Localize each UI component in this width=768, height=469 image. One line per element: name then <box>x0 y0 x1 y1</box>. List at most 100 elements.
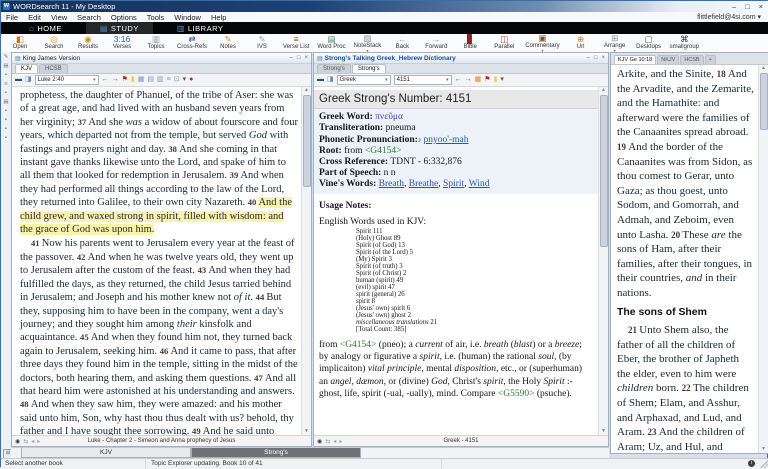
verse-reference-select[interactable]: Luke 2:40 ▾ <box>34 75 99 85</box>
pane-control-button[interactable]: – <box>290 55 293 61</box>
scroll-down-arrow[interactable]: ▼ <box>599 428 608 435</box>
scroll-thumb[interactable] <box>600 95 608 247</box>
bible-version-tab[interactable]: + <box>704 55 716 64</box>
bible-version-tab[interactable]: KJV Ge 10:18 <box>614 55 657 64</box>
toolbar-button[interactable]: → Forward <box>419 34 453 52</box>
toolbar-button[interactable]: ▧ NoteStack ▾ <box>350 34 386 53</box>
toolbar-button[interactable]: ≡ Verse List <box>279 34 313 52</box>
dock-strip-icon[interactable]: ▪ <box>5 72 7 78</box>
window-control-button[interactable]: × <box>759 2 763 11</box>
status-tool-icon[interactable]: ▸ <box>339 438 342 445</box>
pane-tool-icon[interactable]: ▮ <box>494 76 498 84</box>
menu-item[interactable]: Help <box>206 13 231 22</box>
ribbon-tab[interactable]: ▥ LIBRARY <box>163 22 238 34</box>
pane-tool-icon[interactable]: → <box>112 76 119 84</box>
scroll-up-arrow[interactable]: ▲ <box>302 87 311 94</box>
menu-item[interactable]: Options <box>106 13 142 22</box>
pane-tool-icon[interactable]: ▦ <box>138 76 145 84</box>
toolbar-button[interactable]: ▢ Desktops <box>632 34 666 52</box>
strongs-pane-title-bar[interactable]: ▤ Strong's Talking Greek_Hebrew Dictiona… <box>314 53 608 64</box>
pane-tool-icon[interactable]: ● <box>189 76 193 84</box>
menu-item[interactable]: View <box>46 13 72 22</box>
status-tool-icon[interactable]: ◉ <box>15 438 20 445</box>
scroll-down-arrow[interactable]: ▼ <box>759 446 768 453</box>
kjv-text-area[interactable]: prophetess, the daughter of Phanuel, of … <box>12 87 311 435</box>
status-tool-icon[interactable]: ⇆ <box>23 438 28 445</box>
scroll-up-arrow[interactable]: ▲ <box>599 87 608 94</box>
status-tool-icon[interactable]: ▸ <box>37 438 40 445</box>
dictionary-tab[interactable]: Strong's <box>351 64 386 73</box>
dock-strip-icon[interactable]: ▪ <box>5 108 7 114</box>
pane-tool-icon[interactable]: ← <box>455 76 462 84</box>
strongs-content-area[interactable]: Greek Strong's Number: 4151 Greek Word: … <box>314 87 608 435</box>
pane-tool-icon[interactable]: → <box>465 76 472 84</box>
pane-tool-icon[interactable]: ⊡ <box>174 76 180 84</box>
toolbar-button[interactable]: ⌘ smallgroup <box>666 34 703 52</box>
toolbar-button[interactable]: ▥ Topics <box>139 34 173 52</box>
bible-version-tab[interactable]: NKJV <box>657 55 680 64</box>
pane-tool-icon[interactable]: ◨ <box>327 76 334 84</box>
toolbar-button[interactable]: ⇄ Cross-Refs <box>173 34 211 52</box>
bible-version-tab[interactable]: HCSB <box>680 55 704 64</box>
toolbar-button[interactable]: ✎ IVS <box>245 34 279 52</box>
genesis-scrollbar[interactable]: ▲ ▼ <box>758 65 768 453</box>
strongs-ref-link[interactable]: <G5590> <box>498 389 535 399</box>
ribbon-tab[interactable]: ⌂ HOME <box>15 22 76 34</box>
menu-item[interactable]: Search <box>72 13 106 22</box>
pane-tool-icon[interactable]: ▤ <box>147 76 154 84</box>
pane-tool-icon[interactable]: ▦ <box>475 76 482 84</box>
strongs-ref-link[interactable]: <G4154> <box>340 340 377 350</box>
scroll-up-arrow[interactable]: ▲ <box>759 65 768 72</box>
scroll-thumb[interactable] <box>760 73 768 130</box>
toolbar-button[interactable]: ▊ Bible <box>453 34 487 52</box>
dock-strip-icon[interactable]: ≡ <box>4 81 7 87</box>
pane-tool-icon[interactable]: ⚑ <box>122 76 128 84</box>
toolbar-button[interactable]: ◫ Parallel <box>487 34 521 52</box>
pane-tool-icon[interactable]: ⚑ <box>484 76 490 84</box>
strongs-number-input[interactable]: 4151 ▾ <box>393 75 452 85</box>
pane-tool-icon[interactable]: ▬ <box>15 76 22 84</box>
status-tool-icon[interactable]: ◂ <box>31 438 34 445</box>
toolbar-button[interactable]: ◎ Search <box>37 34 71 52</box>
pane-control-button[interactable]: × <box>601 55 605 61</box>
text-link[interactable]: Wind <box>469 179 490 189</box>
toolbar-button[interactable]: ▣ Commentary ▾ <box>521 34 563 53</box>
toolbar-button[interactable]: ▤ Word Proc <box>313 34 349 52</box>
pane-tool-icon[interactable]: ▥ <box>157 76 164 84</box>
pane-control-button[interactable]: □ <box>297 55 301 61</box>
bible-version-tab[interactable]: KJV <box>15 64 39 73</box>
pane-tool-icon[interactable]: ← <box>102 76 109 84</box>
window-control-button[interactable]: □ <box>745 2 750 11</box>
pane-tool-icon[interactable]: ◨ <box>25 76 32 84</box>
dock-strip-icon[interactable]: ▤ <box>3 63 8 69</box>
dock-strip-icon[interactable]: ▪ <box>5 90 7 96</box>
dock-strip-icon[interactable]: ▪ <box>5 126 7 132</box>
strongs-ref-link[interactable]: <G4154> <box>365 146 402 156</box>
kjv-scrollbar[interactable]: ▲ ▼ <box>301 87 311 435</box>
status-tool-icon[interactable]: ◉ <box>317 438 322 445</box>
menu-item[interactable]: Window <box>169 13 206 22</box>
toolbar-button[interactable]: ← Back <box>385 34 419 52</box>
window-tab[interactable]: KJV <box>21 448 191 458</box>
menu-item[interactable]: Edit <box>23 13 46 22</box>
text-link[interactable]: Breathe <box>409 179 439 189</box>
menu-item[interactable]: File <box>1 13 23 22</box>
pane-control-button[interactable]: □ <box>594 55 598 61</box>
toolbar-button[interactable]: ◧ Open <box>3 34 37 52</box>
genesis-text-area[interactable]: Arkite, and the Sinite, 18 And the Arvad… <box>611 65 768 453</box>
pane-control-button[interactable]: × <box>304 55 308 61</box>
pane-tool-icon[interactable]: ≡ <box>167 76 171 84</box>
toolbar-button[interactable]: 3:16 Verses <box>105 34 139 52</box>
window-control-button[interactable]: – <box>732 2 736 11</box>
pane-control-button[interactable]: – <box>587 55 590 61</box>
account-menu[interactable]: flittlefield@4si.com ▾ <box>697 13 768 21</box>
pane-tool-icon[interactable]: ▾ <box>500 76 504 84</box>
text-link[interactable]: pnyoo'-mah <box>424 135 469 145</box>
pane-tool-icon[interactable]: ▾ <box>183 76 187 84</box>
dock-strip-icon[interactable]: ▪ <box>5 135 7 141</box>
status-tool-icon[interactable]: ⇆ <box>325 438 330 445</box>
pane-tool-icon[interactable]: ▬ <box>317 76 324 84</box>
info-icon[interactable]: i <box>748 460 755 467</box>
text-link[interactable]: Breath <box>379 179 404 189</box>
bible-version-tab[interactable]: HCSB <box>39 64 68 73</box>
